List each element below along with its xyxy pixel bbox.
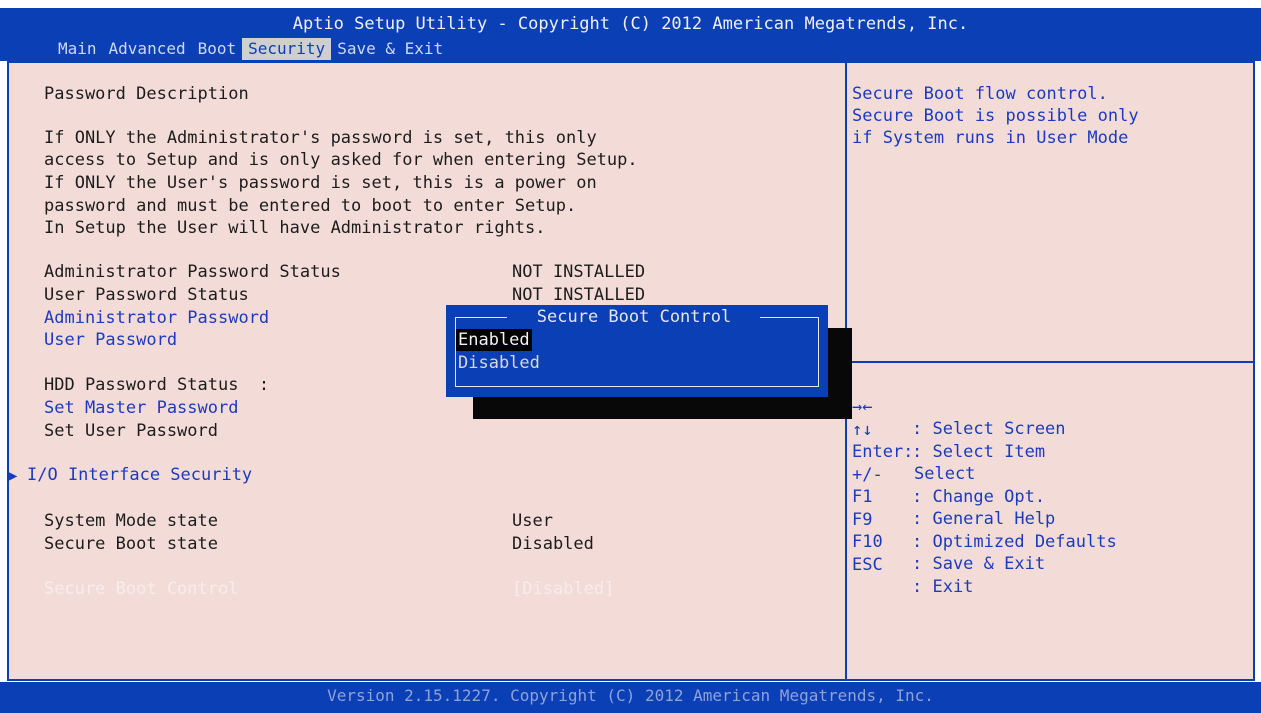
secure-boot-state-value: Disabled (512, 534, 594, 554)
help-line-3: if System runs in User Mode (852, 128, 1129, 148)
key-desc: Select (914, 464, 976, 484)
description-line-5: In Setup the User will have Administrato… (44, 218, 546, 238)
key-label: ESC (852, 554, 883, 575)
key-row-general-help: F1 : General Help (852, 464, 1055, 529)
key-desc: : Exit (912, 576, 974, 597)
popup-option-enabled[interactable]: Enabled (456, 329, 532, 351)
key-row-enter: Enter: Select (852, 419, 975, 484)
admin-password-status-value: NOT INSTALLED (512, 262, 646, 282)
secure-boot-control-popup: Secure Boot Control Enabled Disabled (446, 305, 828, 397)
tab-boot[interactable]: Boot (192, 38, 243, 60)
help-line-2: Secure Boot is possible only (852, 106, 1139, 126)
key-desc: : Select Screen (912, 419, 1066, 439)
help-line-1: Secure Boot flow control. (852, 84, 1108, 104)
user-password-status-label: User Password Status (44, 285, 249, 305)
key-legend: →← : Select Screen ↑↓ : Select Item Ente… (852, 374, 1117, 597)
administrator-password-item[interactable]: Administrator Password (44, 307, 269, 329)
popup-title: Secure Boot Control (536, 307, 732, 327)
tab-advanced[interactable]: Advanced (103, 38, 192, 60)
system-mode-state-label: System Mode state (44, 511, 218, 531)
hdd-password-status-label: HDD Password Status : (44, 375, 270, 395)
tab-main[interactable]: Main (52, 38, 103, 60)
admin-password-status-label: Administrator Password Status (44, 262, 341, 282)
key-desc: : Optimized Defaults (912, 531, 1117, 552)
description-line-2: access to Setup and is only asked for wh… (44, 150, 638, 170)
set-master-password-item[interactable]: Set Master Password (44, 397, 238, 419)
secure-boot-control-item[interactable]: Secure Boot Control (44, 578, 238, 600)
header-bar: Aptio Setup Utility - Copyright (C) 2012… (0, 8, 1261, 61)
key-row-select-item: ↑↓ : Select Item (852, 397, 1045, 462)
tab-security[interactable]: Security (242, 38, 332, 60)
key-row-select-screen: →← : Select Screen (852, 374, 1066, 439)
tab-bar: Main Advanced Boot Security Save & Exit (52, 38, 449, 60)
footer-version: Version 2.15.1227. Copyright (C) 2012 Am… (327, 686, 934, 705)
key-row-save-exit: F10 : Save & Exit (852, 509, 1045, 574)
submenu-arrow-icon: ▶ (9, 468, 18, 484)
description-line-3: If ONLY the User's password is set, this… (44, 173, 597, 193)
system-mode-state-value: User (512, 511, 553, 531)
popup-frame-top-right (760, 317, 819, 318)
bios-setup-screen: Aptio Setup Utility - Copyright (C) 2012… (0, 0, 1261, 713)
key-row-optimized-defaults: F9 : Optimized Defaults (852, 487, 1117, 552)
header-title: Aptio Setup Utility - Copyright (C) 2012… (292, 14, 969, 34)
description-line-1: If ONLY the Administrator's password is … (44, 128, 597, 148)
description-line-4: password and must be entered to boot to … (44, 196, 577, 216)
help-divider-horizontal (847, 361, 1253, 363)
user-password-item[interactable]: User Password (44, 329, 177, 351)
popup-option-disabled[interactable]: Disabled (456, 352, 542, 374)
user-password-status-value: NOT INSTALLED (512, 285, 646, 305)
key-desc: : Save & Exit (912, 554, 1046, 574)
key-desc: : Change Opt. (912, 486, 1046, 507)
secure-boot-control-value[interactable]: [Disabled] (512, 578, 614, 600)
tab-save-exit[interactable]: Save & Exit (331, 38, 449, 60)
key-row-exit: ESC : Exit (852, 532, 973, 597)
key-row-change-opt: +/- : Change Opt. (852, 442, 1045, 507)
key-desc: : Select Item (912, 441, 1046, 462)
secure-boot-state-label: Secure Boot state (44, 534, 218, 554)
password-description-title: Password Description (44, 84, 249, 104)
io-interface-security-item[interactable]: I/O Interface Security (27, 464, 252, 486)
set-user-password-item: Set User Password (44, 421, 218, 441)
footer-bar: Version 2.15.1227. Copyright (C) 2012 Am… (0, 682, 1261, 713)
popup-frame-top-left (455, 317, 507, 318)
key-desc: : General Help (912, 509, 1056, 529)
